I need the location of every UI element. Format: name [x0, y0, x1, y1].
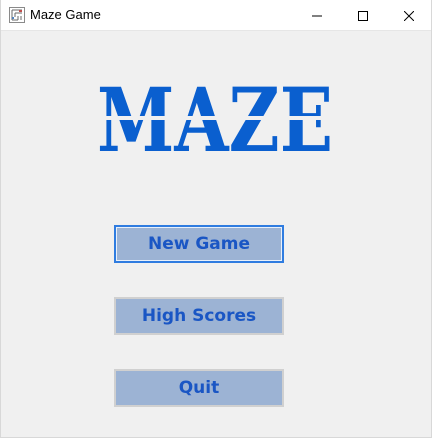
window-title: Maze Game	[30, 7, 101, 22]
close-button[interactable]	[386, 0, 432, 30]
main-menu: MAZE New Game High Scores Quit	[1, 31, 431, 437]
high-scores-button[interactable]: High Scores	[114, 297, 284, 335]
close-icon	[403, 6, 415, 25]
new-game-label: New Game	[147, 234, 251, 254]
maze-app-icon	[9, 7, 25, 23]
maze-logo: MAZE	[97, 79, 333, 155]
title-bar[interactable]: Maze Game	[1, 0, 431, 31]
high-scores-label: High Scores	[141, 306, 257, 326]
quit-label: Quit	[178, 378, 220, 398]
logo-text: MAZE	[97, 79, 333, 155]
minimize-icon	[312, 6, 322, 25]
app-window: Maze Game MAZE New Game High Scores Quit	[0, 0, 432, 438]
maximize-button[interactable]	[340, 0, 386, 30]
maximize-icon	[358, 6, 368, 25]
new-game-button[interactable]: New Game	[114, 225, 284, 263]
quit-button[interactable]: Quit	[114, 369, 284, 407]
minimize-button[interactable]	[294, 0, 340, 30]
